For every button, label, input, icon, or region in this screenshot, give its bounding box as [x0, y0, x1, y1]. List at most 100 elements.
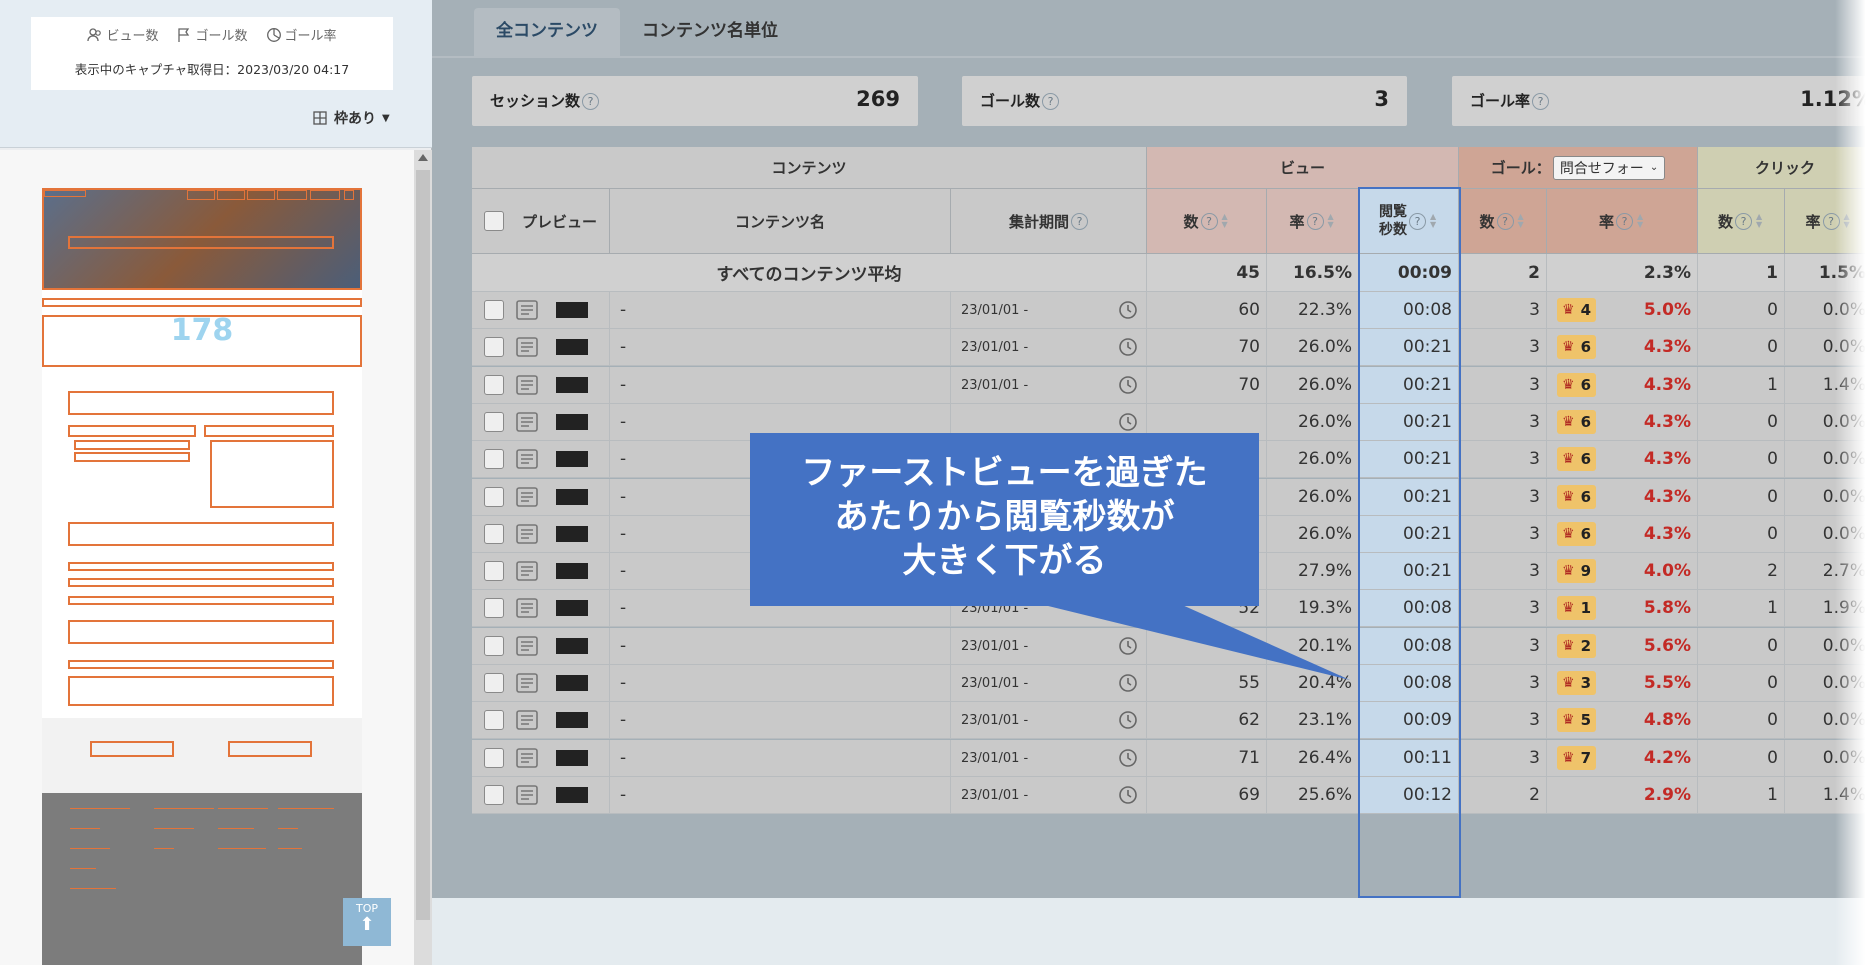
preview-thumbnail[interactable] — [556, 600, 588, 616]
scroll-up-icon[interactable] — [418, 154, 428, 161]
page-capture-thumbnail-area[interactable]: 178 — [0, 150, 414, 965]
document-icon[interactable] — [516, 748, 538, 768]
row-checkbox[interactable] — [484, 375, 504, 395]
preview-thumbnail[interactable] — [556, 712, 588, 728]
table-cell-sel[interactable] — [472, 329, 610, 366]
row-checkbox[interactable] — [484, 449, 504, 469]
col-header-goal-count[interactable]: 数? ▲ ▼ — [1459, 189, 1547, 254]
help-icon[interactable]: ? — [582, 93, 600, 110]
sort-icon[interactable]: ▲▼ — [1518, 213, 1526, 229]
row-checkbox[interactable] — [484, 561, 504, 581]
clock-icon[interactable] — [1118, 785, 1138, 805]
clock-icon[interactable] — [1118, 748, 1138, 768]
help-icon[interactable]: ? — [1409, 212, 1426, 230]
table-cell-sel[interactable] — [472, 404, 610, 441]
row-checkbox[interactable] — [484, 785, 504, 805]
document-icon[interactable] — [516, 785, 538, 805]
content-name[interactable]: - — [620, 337, 626, 357]
preview-thumbnail[interactable] — [556, 787, 588, 803]
content-name[interactable]: - — [620, 487, 626, 507]
clock-icon[interactable] — [1118, 375, 1138, 395]
document-icon[interactable] — [516, 561, 538, 581]
document-icon[interactable] — [516, 710, 538, 730]
clock-icon[interactable] — [1118, 337, 1138, 357]
document-icon[interactable] — [516, 673, 538, 693]
goal-select[interactable]: 問合せフォー ⌄ — [1552, 155, 1666, 180]
preview-thumbnail[interactable] — [556, 451, 588, 467]
preview-thumbnail[interactable] — [556, 489, 588, 505]
table-cell-sel[interactable] — [472, 292, 610, 329]
preview-thumbnail[interactable] — [556, 377, 588, 393]
preview-thumbnail[interactable] — [556, 750, 588, 766]
col-header-read-seconds[interactable]: 閲覧 秒数? ▲ ▼ — [1359, 189, 1459, 254]
document-icon[interactable] — [516, 524, 538, 544]
content-name[interactable]: - — [620, 636, 626, 656]
content-name[interactable]: - — [620, 598, 626, 618]
scrollbar-thumb[interactable] — [416, 170, 430, 920]
table-cell-sel[interactable] — [472, 740, 610, 777]
help-icon[interactable]: ? — [1306, 212, 1324, 230]
content-name[interactable]: - — [620, 300, 626, 320]
row-checkbox[interactable] — [484, 300, 504, 320]
document-icon[interactable] — [516, 412, 538, 432]
preview-thumbnail[interactable] — [556, 526, 588, 542]
table-cell-sel[interactable] — [472, 479, 610, 516]
sort-icon[interactable]: ▲▼ — [1430, 213, 1438, 229]
back-to-top-button[interactable]: TOP ⬆ — [343, 898, 391, 946]
document-icon[interactable] — [516, 636, 538, 656]
legend-goal-rate[interactable]: ゴール率 — [266, 25, 337, 44]
document-icon[interactable] — [516, 300, 538, 320]
content-name[interactable]: - — [620, 748, 626, 768]
row-checkbox[interactable] — [484, 524, 504, 544]
table-cell-sel[interactable] — [472, 628, 610, 665]
row-checkbox[interactable] — [484, 337, 504, 357]
content-name[interactable]: - — [620, 375, 626, 395]
sort-icon[interactable]: ▲▼ — [1328, 213, 1336, 229]
row-checkbox[interactable] — [484, 412, 504, 432]
content-name[interactable]: - — [620, 561, 626, 581]
help-icon[interactable]: ? — [1532, 93, 1550, 110]
clock-icon[interactable] — [1118, 300, 1138, 320]
preview-thumbnail[interactable] — [556, 563, 588, 579]
sort-icon[interactable]: ▲▼ — [1756, 213, 1764, 229]
sort-icon[interactable]: ▲▼ — [1637, 213, 1645, 229]
sort-icon[interactable]: ▲▼ — [1222, 213, 1230, 229]
document-icon[interactable] — [516, 598, 538, 618]
document-icon[interactable] — [516, 337, 538, 357]
legend-goals[interactable]: ゴール数 — [176, 25, 248, 44]
content-name[interactable]: - — [620, 673, 626, 693]
help-icon[interactable]: ? — [1042, 93, 1060, 110]
preview-thumbnail[interactable] — [556, 339, 588, 355]
row-checkbox[interactable] — [484, 487, 504, 507]
clock-icon[interactable] — [1118, 412, 1138, 432]
row-checkbox[interactable] — [484, 598, 504, 618]
table-cell-sel[interactable] — [472, 516, 610, 553]
select-all-checkbox[interactable] — [484, 211, 504, 231]
content-name[interactable]: - — [620, 412, 626, 432]
table-cell-sel[interactable] — [472, 777, 610, 814]
preview-thumbnail[interactable] — [556, 638, 588, 654]
table-cell-sel[interactable] — [472, 441, 610, 478]
help-icon[interactable]: ? — [1616, 212, 1633, 230]
content-name[interactable]: - — [620, 524, 626, 544]
help-icon[interactable]: ? — [1200, 212, 1218, 230]
legend-views[interactable]: ビュー数 — [87, 25, 158, 44]
document-icon[interactable] — [516, 487, 538, 507]
preview-thumbnail[interactable] — [556, 414, 588, 430]
row-checkbox[interactable] — [484, 748, 504, 768]
col-header-click-count[interactable]: 数? ▲ ▼ — [1698, 189, 1785, 254]
clock-icon[interactable] — [1118, 710, 1138, 730]
table-cell-sel[interactable] — [472, 702, 610, 739]
preview-thumbnail[interactable] — [556, 675, 588, 691]
tab-all-contents[interactable]: 全コンテンツ — [474, 8, 620, 58]
help-icon[interactable]: ? — [1735, 212, 1752, 230]
row-checkbox[interactable] — [484, 636, 504, 656]
col-header-view-rate[interactable]: 率? ▲ ▼ — [1267, 189, 1359, 254]
help-icon[interactable]: ? — [1071, 212, 1088, 230]
content-name[interactable]: - — [620, 449, 626, 469]
thumbnail-scrollbar[interactable] — [414, 150, 432, 965]
document-icon[interactable] — [516, 449, 538, 469]
frame-toggle-dropdown[interactable]: 枠あり ▼ — [312, 108, 390, 128]
document-icon[interactable] — [516, 375, 538, 395]
row-checkbox[interactable] — [484, 710, 504, 730]
